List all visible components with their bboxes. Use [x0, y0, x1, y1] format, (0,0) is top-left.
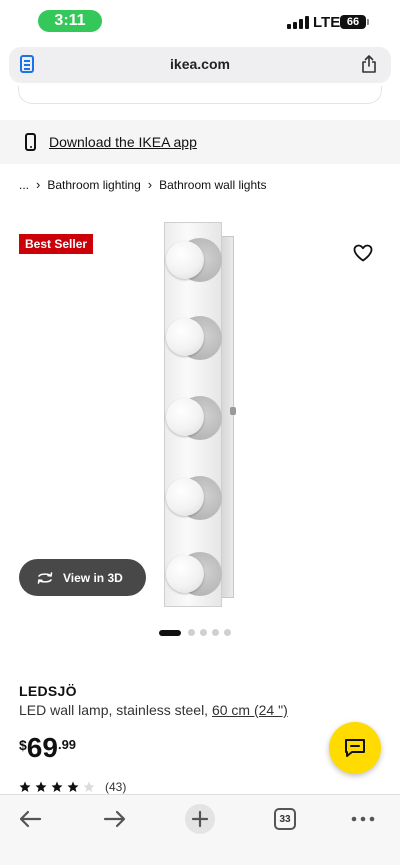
more-button[interactable]: [348, 804, 378, 834]
status-bar: 3:11 LTE 66: [0, 0, 400, 44]
product-price: $ 69 .99: [19, 733, 76, 763]
status-time: 3:11: [38, 10, 102, 32]
browser-toolbar: 33: [0, 794, 400, 865]
breadcrumb-ellipsis[interactable]: ...: [19, 178, 29, 192]
heart-icon[interactable]: [353, 244, 373, 262]
new-tab-button[interactable]: [185, 804, 215, 834]
product-name: LEDSJÖ: [19, 683, 77, 699]
view-in-3d-button[interactable]: View in 3D: [19, 559, 146, 596]
signal-icon: [287, 15, 309, 29]
carousel-dot[interactable]: [212, 629, 219, 636]
product-description: LED wall lamp, stainless steel, 60 cm (2…: [19, 702, 288, 718]
back-arrow-icon: [19, 810, 42, 828]
address-bar[interactable]: ikea.com: [9, 47, 391, 83]
phone-icon: [25, 133, 36, 151]
image-carousel-indicator[interactable]: [159, 629, 231, 636]
tabs-button[interactable]: 33: [270, 804, 300, 834]
view-in-3d-label: View in 3D: [63, 570, 123, 585]
star-icon: [19, 781, 31, 792]
app-download-banner[interactable]: Download the IKEA app: [0, 120, 400, 164]
star-empty-icon: [83, 781, 95, 792]
carousel-dot[interactable]: [159, 629, 181, 636]
tabs-icon: 33: [274, 808, 296, 830]
rating-stars: [19, 781, 95, 793]
product-size-link[interactable]: 60 cm (24 "): [212, 702, 288, 718]
chevron-right-icon: ›: [36, 177, 41, 192]
price-currency: $: [19, 737, 27, 753]
network-label: LTE: [313, 14, 341, 31]
rotate-3d-icon: [37, 571, 53, 584]
carousel-dot[interactable]: [224, 629, 231, 636]
chat-icon: [345, 739, 365, 757]
forward-arrow-icon: [103, 810, 126, 828]
chat-button[interactable]: [329, 722, 381, 774]
review-count[interactable]: (43): [105, 780, 126, 794]
breadcrumb-bathroom-wall-lights[interactable]: Bathroom wall lights: [159, 178, 266, 192]
forward-button[interactable]: [100, 804, 130, 834]
back-button[interactable]: [15, 804, 45, 834]
breadcrumb: ... › Bathroom lighting › Bathroom wall …: [19, 177, 266, 192]
star-icon: [35, 781, 47, 792]
product-rating[interactable]: (43): [19, 780, 126, 794]
page-sheet-edge: [18, 86, 382, 104]
price-decimal: .99: [57, 737, 77, 752]
star-icon: [67, 781, 79, 792]
url-text[interactable]: ikea.com: [9, 56, 391, 72]
product-image[interactable]: [158, 222, 240, 607]
plus-icon: [185, 804, 215, 834]
share-icon[interactable]: [361, 55, 377, 73]
more-icon: [351, 816, 375, 822]
breadcrumb-bathroom-lighting[interactable]: Bathroom lighting: [47, 178, 140, 192]
star-icon: [51, 781, 63, 792]
chevron-right-icon: ›: [147, 177, 153, 192]
price-integer: 69: [26, 732, 58, 763]
product-description-text: LED wall lamp, stainless steel,: [19, 702, 209, 718]
carousel-dot[interactable]: [188, 629, 195, 636]
download-app-link[interactable]: Download the IKEA app: [49, 134, 197, 150]
carousel-dot[interactable]: [200, 629, 207, 636]
battery-icon: 66: [340, 15, 369, 29]
best-seller-badge: Best Seller: [19, 234, 94, 254]
